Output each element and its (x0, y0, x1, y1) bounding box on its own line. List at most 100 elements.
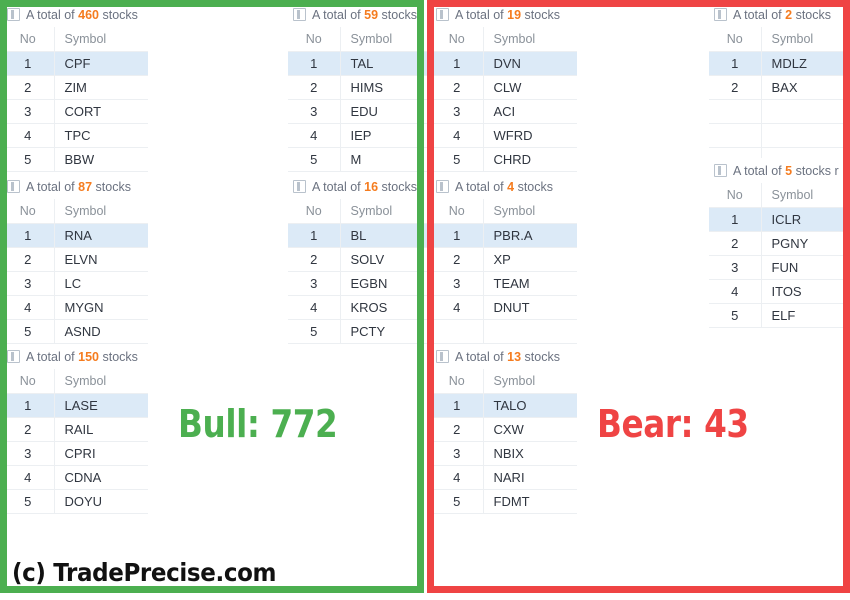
table-row[interactable]: 5 PCTY (288, 319, 434, 344)
cell-symbol: CXW (482, 417, 577, 442)
table-row[interactable]: 5M (288, 147, 434, 172)
table-row[interactable]: 1 TAL (288, 51, 434, 76)
column-header-symbol[interactable]: Symbol (53, 199, 148, 224)
panel-total-prefix: A total of (733, 7, 782, 22)
table-row[interactable]: 5 ASND (2, 319, 148, 344)
column-header-symbol[interactable]: Symbol (482, 199, 577, 224)
panel-total-text: A total of 5 stocks r (733, 164, 839, 178)
table-row[interactable]: 1 CPF (2, 51, 148, 76)
column-header-symbol[interactable]: Symbol (339, 27, 434, 52)
column-header-symbol[interactable]: Symbol (339, 199, 434, 224)
cell-no: 5 (288, 147, 340, 172)
cell-symbol: ICLR (760, 207, 850, 232)
column-header-no[interactable]: No (288, 27, 340, 52)
table-row[interactable]: 2 RAIL (2, 417, 148, 442)
table-row[interactable]: 4 KROS (288, 295, 434, 320)
table-row[interactable]: 1 LASE (2, 393, 148, 418)
table-row[interactable]: 3 CPRI (2, 441, 148, 466)
table-row[interactable]: 3 FUN (709, 255, 850, 280)
table-row[interactable]: 4 ITOS (709, 279, 850, 304)
table-row[interactable]: 2 ZIM (2, 75, 148, 100)
table-row[interactable]: 1 TALO (431, 393, 577, 418)
column-header-no[interactable]: No (2, 199, 54, 224)
cell-no: 4 (2, 465, 54, 490)
cell-symbol: ASND (53, 319, 148, 344)
panel-total-count: 4 (507, 179, 515, 194)
stock-table: No Symbol 1 BL 2 SOLV 3 EGBN 4 KROS 5 PCTY (288, 199, 434, 344)
table-row[interactable]: 2 BAX (709, 75, 850, 100)
cell-symbol: RNA (53, 223, 148, 248)
cell-symbol (760, 99, 850, 124)
table-row[interactable]: 3 LC (2, 271, 148, 296)
cell-no: 1 (431, 51, 483, 76)
cell-no: 1 (2, 51, 54, 76)
column-header-symbol[interactable]: Symbol (53, 27, 148, 52)
table-row[interactable]: 2 HIMS (288, 75, 434, 100)
column-header-no[interactable]: No (288, 199, 340, 224)
table-row[interactable]: 5 FDMT (431, 489, 577, 514)
column-header-no[interactable]: No (709, 27, 761, 52)
cell-no (709, 99, 761, 124)
table-row[interactable]: 1 RNA (2, 223, 148, 248)
column-header-symbol[interactable]: Symbol (760, 183, 850, 208)
column-header-no[interactable]: No (709, 183, 761, 208)
column-header-no[interactable]: No (431, 369, 483, 394)
cell-symbol: CDNA (53, 465, 148, 490)
table-row[interactable]: 3 NBIX (431, 441, 577, 466)
cell-symbol: XP (482, 247, 577, 272)
table-row[interactable]: 2 PGNY (709, 231, 850, 256)
table-row[interactable]: 2 CXW (431, 417, 577, 442)
panel-total-count: 16 (364, 179, 379, 194)
table-row[interactable]: 3 EGBN (288, 271, 434, 296)
column-header-symbol[interactable]: Symbol (482, 27, 577, 52)
panel-total-suffix: stocks (517, 179, 554, 194)
cell-symbol: CHRD (482, 147, 577, 172)
table-row[interactable]: 3 TEAM (431, 271, 577, 296)
cell-no: 4 (288, 123, 340, 148)
column-header-no[interactable]: No (431, 199, 483, 224)
table-row[interactable]: 5 ELF (709, 303, 850, 328)
table-row[interactable] (709, 123, 850, 148)
column-header-no[interactable]: No (2, 27, 54, 52)
column-header-symbol[interactable]: Symbol (760, 27, 850, 52)
column-header-no[interactable]: No (2, 369, 54, 394)
table-row[interactable]: 5 BBW (2, 147, 148, 172)
panel-total-prefix: A total of (455, 179, 504, 194)
table-row[interactable]: 4 CDNA (2, 465, 148, 490)
table-row[interactable]: 1 PBR.A (431, 223, 577, 248)
table-row[interactable]: 4 DNUT (431, 295, 577, 320)
table-row[interactable]: 3 CORT (2, 99, 148, 124)
column-header-symbol[interactable]: Symbol (482, 369, 577, 394)
column-header-symbol[interactable]: Symbol (53, 369, 148, 394)
stock-panel-bear-b-2: A total of 5 stocks r No Symbol 1 ICLR 2 PGNY 3… (709, 158, 850, 328)
table-row[interactable]: 1 ICLR (709, 207, 850, 232)
table-row[interactable]: 5 CHRD (431, 147, 577, 172)
panel-total-text: A total of 2 stocks (733, 8, 831, 22)
column-header-no[interactable]: No (431, 27, 483, 52)
cell-no: 5 (2, 489, 54, 514)
panel-total-prefix: A total of (733, 163, 782, 178)
table-row[interactable]: 1 MDLZ (709, 51, 850, 76)
table-row[interactable]: 3 EDU (288, 99, 434, 124)
cell-no: 4 (2, 123, 54, 148)
table-row[interactable]: 2 CLW (431, 75, 577, 100)
table-row[interactable] (709, 99, 850, 124)
cell-symbol: TEAM (482, 271, 577, 296)
table-row[interactable]: 4 IEP (288, 123, 434, 148)
table-row[interactable]: 2 ELVN (2, 247, 148, 272)
panel-total-prefix: A total of (455, 349, 504, 364)
table-row[interactable]: 4 WFRD (431, 123, 577, 148)
table-row[interactable]: 1 BL (288, 223, 434, 248)
table-row[interactable]: 2 XP (431, 247, 577, 272)
table-row[interactable]: 3 ACI (431, 99, 577, 124)
table-row[interactable] (431, 319, 577, 344)
table-row[interactable]: 4 NARI (431, 465, 577, 490)
table-row[interactable]: 1 DVN (431, 51, 577, 76)
table-row[interactable]: 4 TPC (2, 123, 148, 148)
table-row[interactable]: 4 MYGN (2, 295, 148, 320)
bull-count-label: Bull: 772 (178, 402, 338, 446)
table-row[interactable]: 5 DOYU (2, 489, 148, 514)
panel-total-suffix: stocks (524, 7, 560, 22)
table-row[interactable]: 2 SOLV (288, 247, 434, 272)
panel-total-text: A total of 59 stocks (312, 8, 417, 22)
